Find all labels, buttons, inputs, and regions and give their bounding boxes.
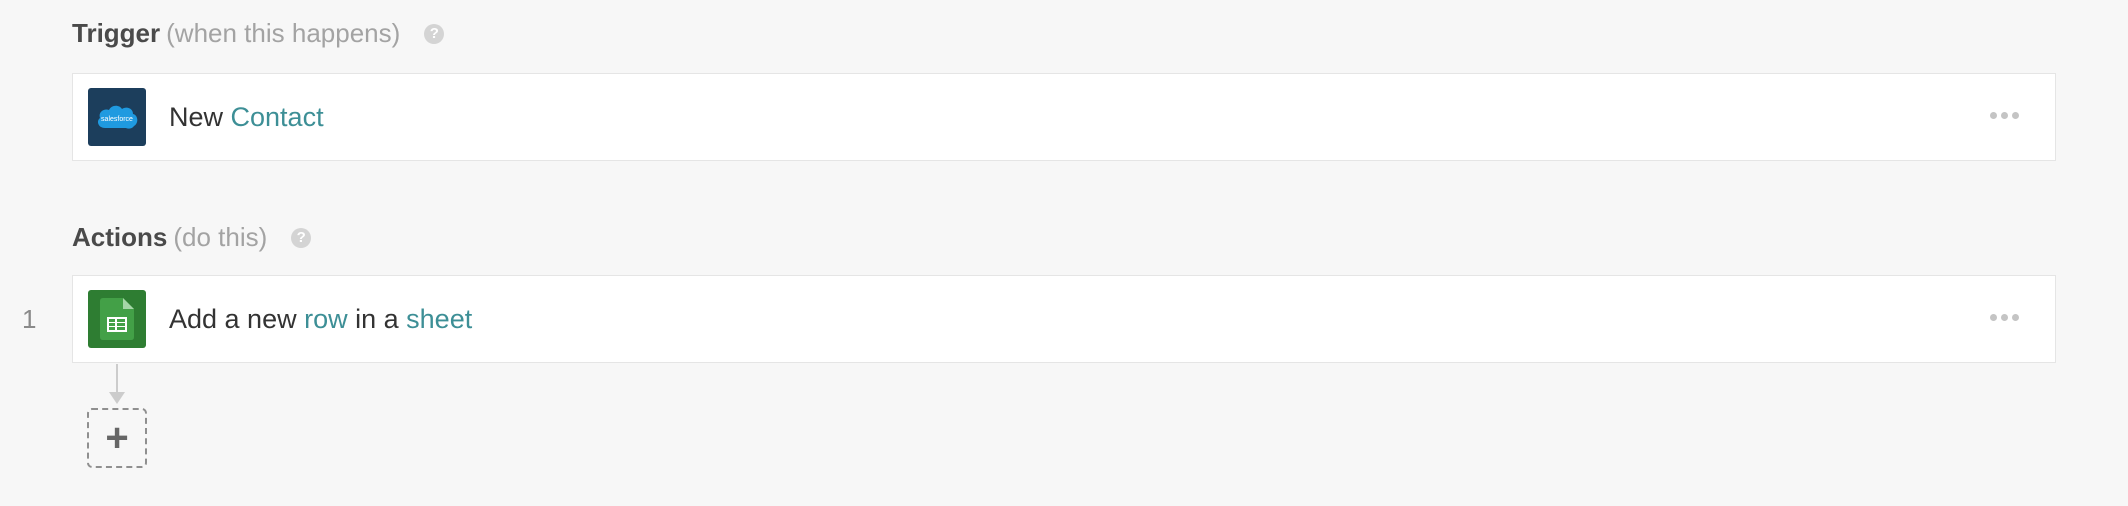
trigger-card-text: New Contact <box>169 74 324 160</box>
trigger-heading: Trigger (when this happens) ? <box>72 18 445 49</box>
step-number: 1 <box>22 304 37 334</box>
more-horizontal-icon[interactable] <box>1990 112 2019 119</box>
help-icon[interactable]: ? <box>291 227 312 248</box>
action-text-middle: in a <box>347 303 407 334</box>
salesforce-icon: salesforce <box>88 88 146 146</box>
trigger-object-link[interactable]: Contact <box>231 102 324 133</box>
action-card[interactable]: Add a new row in a sheet <box>72 275 2056 363</box>
action-card-text: Add a new row in a sheet <box>169 276 472 362</box>
action-text-prefix: Add a new <box>169 303 305 334</box>
actions-heading: Actions (do this) ? <box>72 222 312 253</box>
salesforce-logo-text: salesforce <box>101 116 133 123</box>
trigger-title: Trigger <box>72 18 161 48</box>
add-step-button[interactable]: + <box>87 408 147 468</box>
arrow-down-icon <box>109 392 125 404</box>
actions-subtitle: (do this) <box>173 222 268 252</box>
action-row-link[interactable]: row <box>304 304 348 335</box>
connector-line <box>116 364 118 394</box>
action-sheet-link[interactable]: sheet <box>406 304 472 335</box>
more-horizontal-icon[interactable] <box>1990 314 2019 321</box>
help-icon[interactable]: ? <box>424 23 445 44</box>
trigger-subtitle: (when this happens) <box>166 18 401 48</box>
actions-title: Actions <box>72 222 168 252</box>
google-sheets-icon <box>88 290 146 348</box>
trigger-card[interactable]: salesforce New Contact <box>72 73 2056 161</box>
trigger-event-prefix: New <box>169 101 231 132</box>
